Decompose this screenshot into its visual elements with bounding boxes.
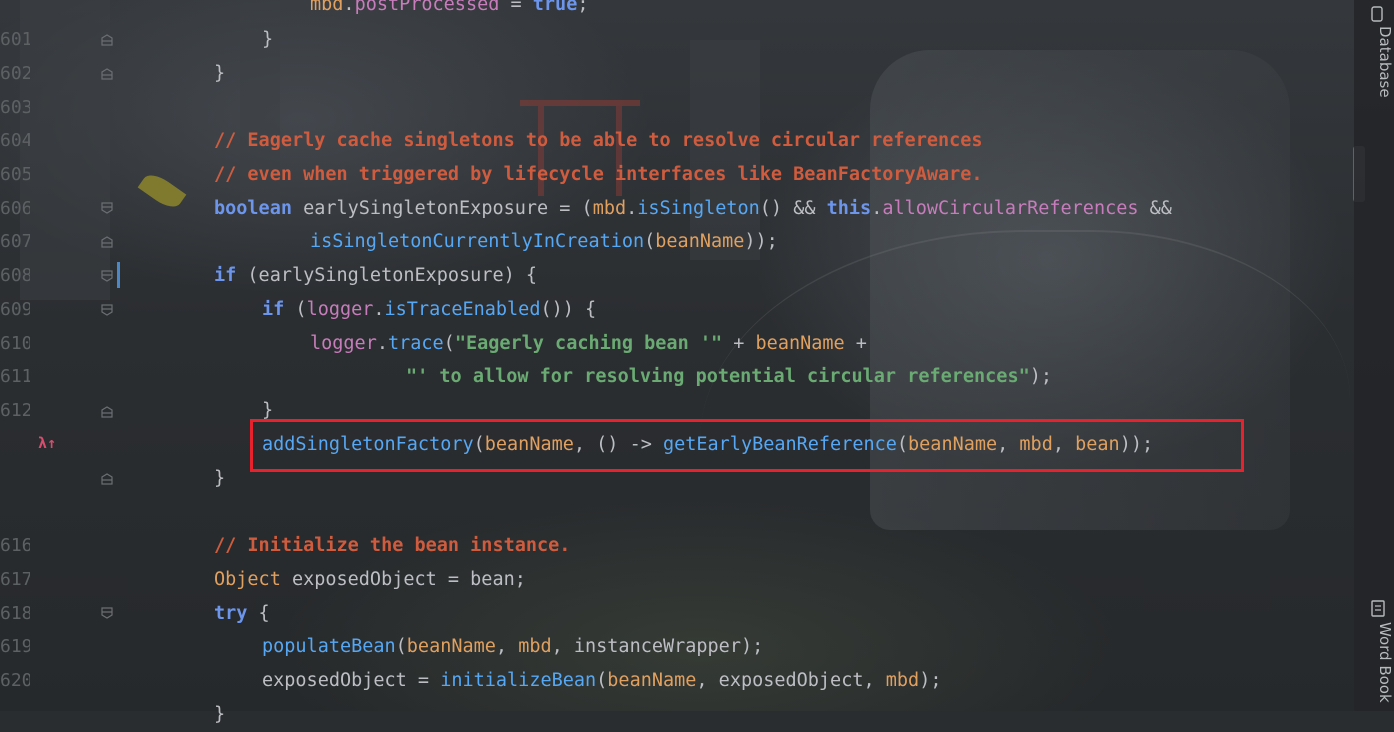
fold-marker-icon[interactable] xyxy=(101,34,113,46)
code-line: try { xyxy=(214,603,270,624)
code-line: } xyxy=(214,704,226,725)
code-line: } xyxy=(262,29,274,50)
database-tab-icon xyxy=(1370,6,1384,24)
line-number: 612 xyxy=(0,400,30,421)
line-number: 619 xyxy=(0,636,30,657)
tab-word-book[interactable]: Word Book xyxy=(1366,622,1394,703)
line-number: 608 xyxy=(0,265,30,286)
code-comment: // Initialize the bean instance. xyxy=(214,535,571,556)
code-line: } xyxy=(214,63,226,84)
fold-marker-icon[interactable] xyxy=(101,607,113,619)
line-number: 617 xyxy=(0,569,30,590)
line-number: 603 xyxy=(0,97,30,118)
tab-database[interactable]: Database xyxy=(1366,26,1394,98)
code-line: } xyxy=(214,468,226,489)
fold-marker-icon[interactable] xyxy=(101,406,113,418)
code-line: exposedObject = initializeBean(beanName,… xyxy=(262,670,942,691)
fold-marker-icon[interactable] xyxy=(101,270,113,282)
fold-marker-icon[interactable] xyxy=(101,304,113,316)
code-editor[interactable]: 601 602 603 604 605 606 607 608 609 610 … xyxy=(0,0,1394,725)
red-highlight-box xyxy=(250,419,1244,472)
line-number: 607 xyxy=(0,231,30,252)
code-line: if (logger.isTraceEnabled()) { xyxy=(262,299,597,320)
fold-marker-icon[interactable] xyxy=(101,202,113,214)
change-marker xyxy=(117,262,120,288)
code-line: logger.trace("Eagerly caching bean '" + … xyxy=(310,333,867,354)
code-comment: // even when triggered by lifecycle inte… xyxy=(214,164,983,185)
right-tool-strip: Database Word Book xyxy=(1354,0,1394,711)
fold-marker-icon[interactable] xyxy=(101,68,113,80)
line-number: 606 xyxy=(0,198,30,219)
code-line: Object exposedObject = bean; xyxy=(214,569,526,590)
code-line: mbd.postProcessed = true; xyxy=(310,0,589,15)
word-book-tab-icon xyxy=(1370,600,1386,618)
line-number: 611 xyxy=(0,366,30,387)
line-number: 610 xyxy=(0,333,30,354)
fold-marker-icon[interactable] xyxy=(101,473,113,485)
line-number: 609 xyxy=(0,299,30,320)
fold-marker-icon[interactable] xyxy=(101,236,113,248)
lambda-override-icon[interactable]: λ↑ xyxy=(38,434,56,452)
line-number: 616 xyxy=(0,535,30,556)
code-line: boolean earlySingletonExposure = (mbd.is… xyxy=(214,198,1172,219)
line-number: 604 xyxy=(0,130,30,151)
line-number: 601 xyxy=(0,29,30,50)
line-number: 618 xyxy=(0,603,30,624)
line-number: 620 xyxy=(0,670,30,691)
code-line: if (earlySingletonExposure) { xyxy=(214,265,538,286)
code-line: "' to allow for resolving potential circ… xyxy=(406,366,1053,387)
code-line: isSingletonCurrentlyInCreation(beanName)… xyxy=(310,231,778,252)
code-line: populateBean(beanName, mbd, instanceWrap… xyxy=(262,636,764,657)
code-comment: // Eagerly cache singletons to be able t… xyxy=(214,130,983,151)
line-number: 605 xyxy=(0,164,30,185)
line-number: 602 xyxy=(0,63,30,84)
